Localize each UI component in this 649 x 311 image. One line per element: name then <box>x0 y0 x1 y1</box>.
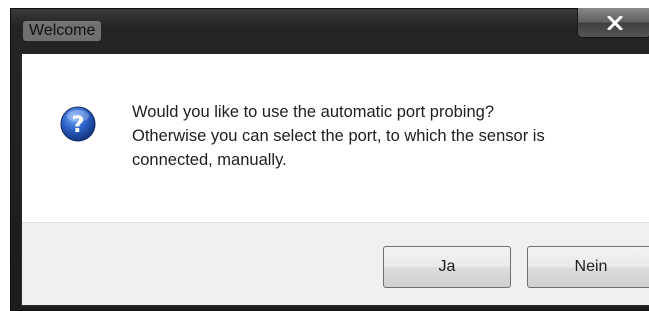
close-button[interactable] <box>577 8 649 38</box>
message-line: connected, manually. <box>132 151 287 169</box>
dialog-message: Would you like to use the automatic port… <box>132 100 632 172</box>
window-title: Welcome <box>23 21 102 41</box>
question-icon: ? <box>60 106 96 142</box>
yes-button[interactable]: Ja <box>383 246 511 288</box>
dialog-content: ? Would you like to use the automatic po… <box>21 53 649 306</box>
button-bar: Ja Nein <box>22 222 649 305</box>
svg-text:?: ? <box>72 113 85 138</box>
message-line: Would you like to use the automatic port… <box>132 103 494 121</box>
title-bar[interactable]: Welcome <box>11 8 649 53</box>
dialog-window: Welcome ? Would you like to use the auto… <box>10 8 649 311</box>
message-line: Otherwise you can select the port, to wh… <box>132 127 545 145</box>
close-icon <box>607 16 623 30</box>
no-button[interactable]: Nein <box>527 246 649 288</box>
